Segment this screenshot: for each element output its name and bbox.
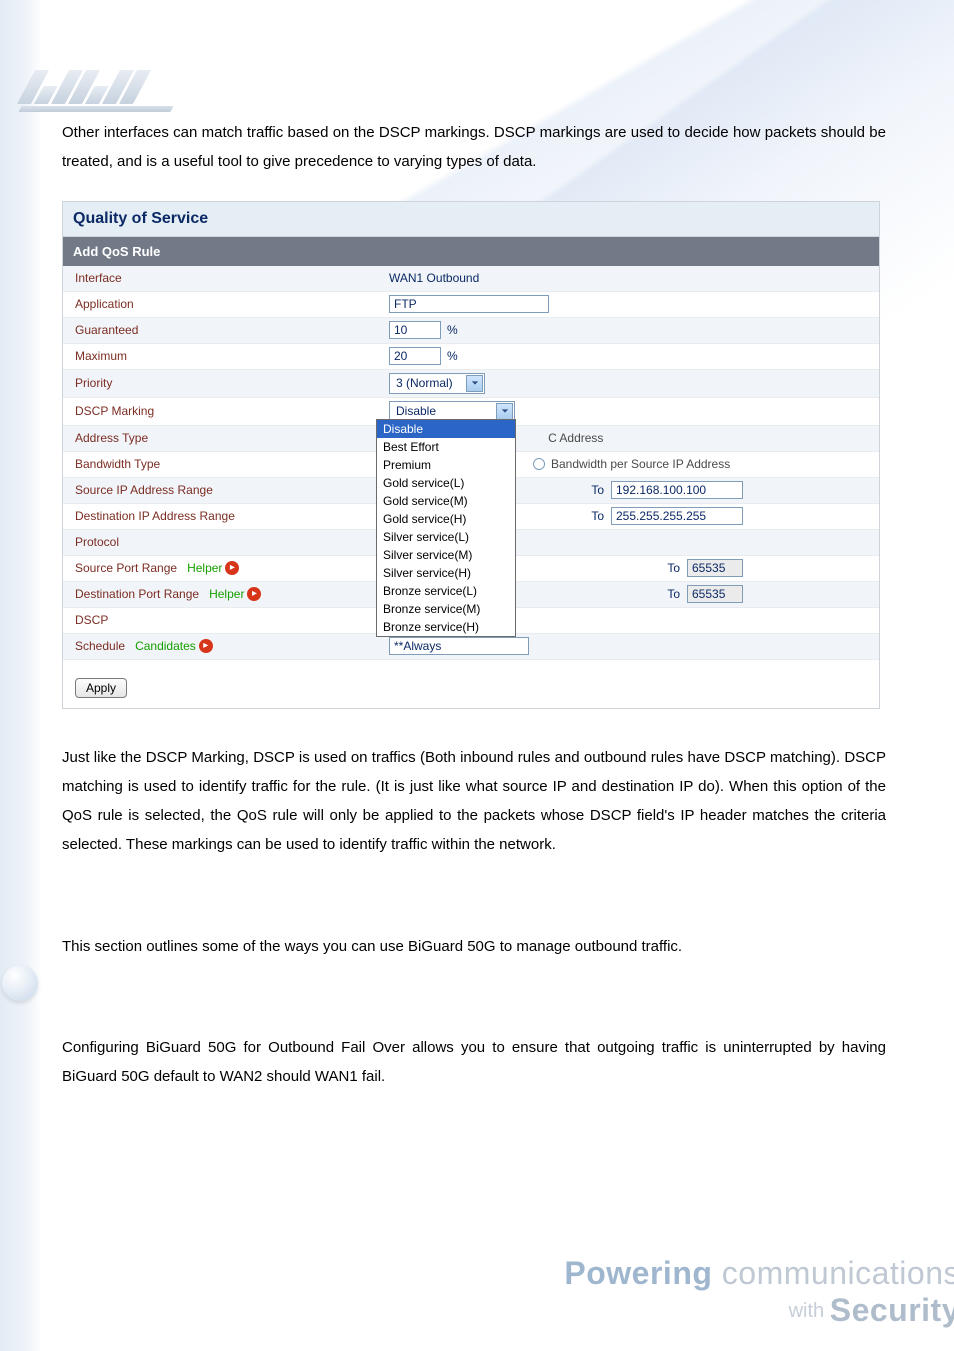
label-schedule: Schedule Candidates ▸: [63, 635, 383, 657]
address-type-text: C Address: [548, 431, 603, 445]
value-application: [383, 292, 879, 316]
dropdown-item[interactable]: Disable: [377, 420, 515, 438]
label-address-type: Address Type: [63, 427, 383, 449]
left-gradient-strip: [0, 0, 42, 1351]
qos-panel: Quality of Service Add QoS Rule Interfac…: [62, 201, 880, 709]
application-input[interactable]: [389, 295, 549, 313]
paragraph-dscp-matching: Just like the DSCP Marking, DSCP is used…: [62, 743, 886, 860]
radio-icon[interactable]: [533, 458, 545, 470]
row-maximum: Maximum %: [63, 344, 879, 370]
label-application: Application: [63, 293, 383, 315]
value-priority: 3 (Normal): [383, 370, 879, 397]
label-bandwidth-type: Bandwidth Type: [63, 453, 383, 475]
dscp-marking-dropdown[interactable]: Disable Best Effort Premium Gold service…: [376, 419, 516, 637]
helper-link[interactable]: Helper ▸: [187, 561, 239, 575]
qos-panel-title: Quality of Service: [63, 202, 879, 237]
apply-row: Apply: [63, 660, 879, 708]
src-ip-to-input[interactable]: [611, 481, 743, 499]
footer-brand: Powering communications with Security: [564, 1255, 954, 1329]
chevron-down-icon: [496, 403, 513, 420]
row-schedule: Schedule Candidates ▸: [63, 634, 879, 660]
dropdown-item[interactable]: Silver service(L): [377, 528, 515, 546]
brand-logo-underline: [18, 106, 173, 112]
footer-powering: Powering: [564, 1255, 712, 1291]
value-guaranteed: %: [383, 318, 879, 342]
dropdown-item[interactable]: Bronze service(M): [377, 600, 515, 618]
page-content: Other interfaces can match traffic based…: [62, 118, 886, 1115]
helper-badge-icon: ▸: [247, 587, 261, 601]
to-label: To: [667, 587, 680, 601]
label-schedule-text: Schedule: [75, 639, 125, 653]
label-dst-port-range: Destination Port Range Helper ▸: [63, 583, 383, 605]
paragraph-outline: This section outlines some of the ways y…: [62, 932, 886, 961]
label-src-port-text: Source Port Range: [75, 561, 177, 575]
dropdown-item[interactable]: Silver service(M): [377, 546, 515, 564]
label-protocol: Protocol: [63, 531, 383, 553]
dropdown-item[interactable]: Premium: [377, 456, 515, 474]
footer-line-2: with Security: [564, 1292, 954, 1329]
row-application: Application: [63, 292, 879, 318]
label-src-ip-range: Source IP Address Range: [63, 479, 383, 501]
dst-ip-to-input[interactable]: [611, 507, 743, 525]
label-interface: Interface: [63, 267, 383, 289]
bandwidth-type-text: Bandwidth per Source IP Address: [551, 457, 730, 471]
dropdown-item[interactable]: Gold service(M): [377, 492, 515, 510]
footer-communications: communications: [712, 1255, 954, 1291]
label-dst-port-text: Destination Port Range: [75, 587, 199, 601]
apply-button[interactable]: Apply: [75, 678, 127, 698]
value-dscp-marking: Disable Disable Best Effort Premium Gold…: [383, 398, 879, 425]
maximum-unit: %: [447, 349, 458, 363]
brand-logo-bars: [17, 70, 205, 104]
label-maximum: Maximum: [63, 345, 383, 367]
guaranteed-input[interactable]: [389, 321, 441, 339]
helper-text: Helper: [187, 561, 222, 575]
src-port-to-input[interactable]: [687, 559, 743, 577]
intro-paragraph: Other interfaces can match traffic based…: [62, 118, 886, 177]
priority-select-value: 3 (Normal): [396, 376, 453, 390]
brand-logo: [18, 70, 188, 122]
dscp-marking-select-value: Disable: [396, 404, 436, 418]
to-label: To: [591, 509, 604, 523]
dropdown-item[interactable]: Bronze service(L): [377, 582, 515, 600]
helper-badge-icon: ▸: [225, 561, 239, 575]
label-priority: Priority: [63, 372, 383, 394]
dropdown-item[interactable]: Gold service(L): [377, 474, 515, 492]
guaranteed-unit: %: [447, 323, 458, 337]
maximum-input[interactable]: [389, 347, 441, 365]
to-label: To: [667, 561, 680, 575]
label-dst-ip-range: Destination IP Address Range: [63, 505, 383, 527]
qos-panel-subtitle: Add QoS Rule: [63, 237, 879, 266]
to-label: To: [591, 483, 604, 497]
helper-link[interactable]: Helper ▸: [209, 587, 261, 601]
priority-select[interactable]: 3 (Normal): [389, 373, 485, 394]
left-orb-icon: [2, 965, 38, 1001]
row-priority: Priority 3 (Normal): [63, 370, 879, 398]
candidates-text: Candidates: [135, 639, 196, 653]
helper-text: Helper: [209, 587, 244, 601]
dropdown-item[interactable]: Bronze service(H): [377, 618, 515, 636]
dropdown-item[interactable]: Best Effort: [377, 438, 515, 456]
dropdown-item[interactable]: Gold service(H): [377, 510, 515, 528]
schedule-input[interactable]: [389, 637, 529, 655]
row-dscp-marking: DSCP Marking Disable Disable Best Effort…: [63, 398, 879, 426]
row-guaranteed: Guaranteed %: [63, 318, 879, 344]
row-interface: Interface WAN1 Outbound: [63, 266, 879, 292]
value-interface: WAN1 Outbound: [383, 268, 879, 288]
label-src-port-range: Source Port Range Helper ▸: [63, 557, 383, 579]
chevron-down-icon: [466, 375, 483, 392]
value-schedule: [383, 634, 879, 658]
footer-with: with: [789, 1300, 830, 1322]
value-maximum: %: [383, 344, 879, 368]
candidates-link[interactable]: Candidates ▸: [135, 639, 213, 653]
paragraph-failover: Configuring BiGuard 50G for Outbound Fai…: [62, 1033, 886, 1092]
footer-security: Security: [830, 1292, 954, 1328]
dropdown-item[interactable]: Silver service(H): [377, 564, 515, 582]
dst-port-to-input[interactable]: [687, 585, 743, 603]
label-dscp-marking: DSCP Marking: [63, 400, 383, 422]
candidates-badge-icon: ▸: [199, 639, 213, 653]
footer-line-1: Powering communications: [564, 1255, 954, 1292]
label-guaranteed: Guaranteed: [63, 319, 383, 341]
label-dscp: DSCP: [63, 609, 383, 631]
